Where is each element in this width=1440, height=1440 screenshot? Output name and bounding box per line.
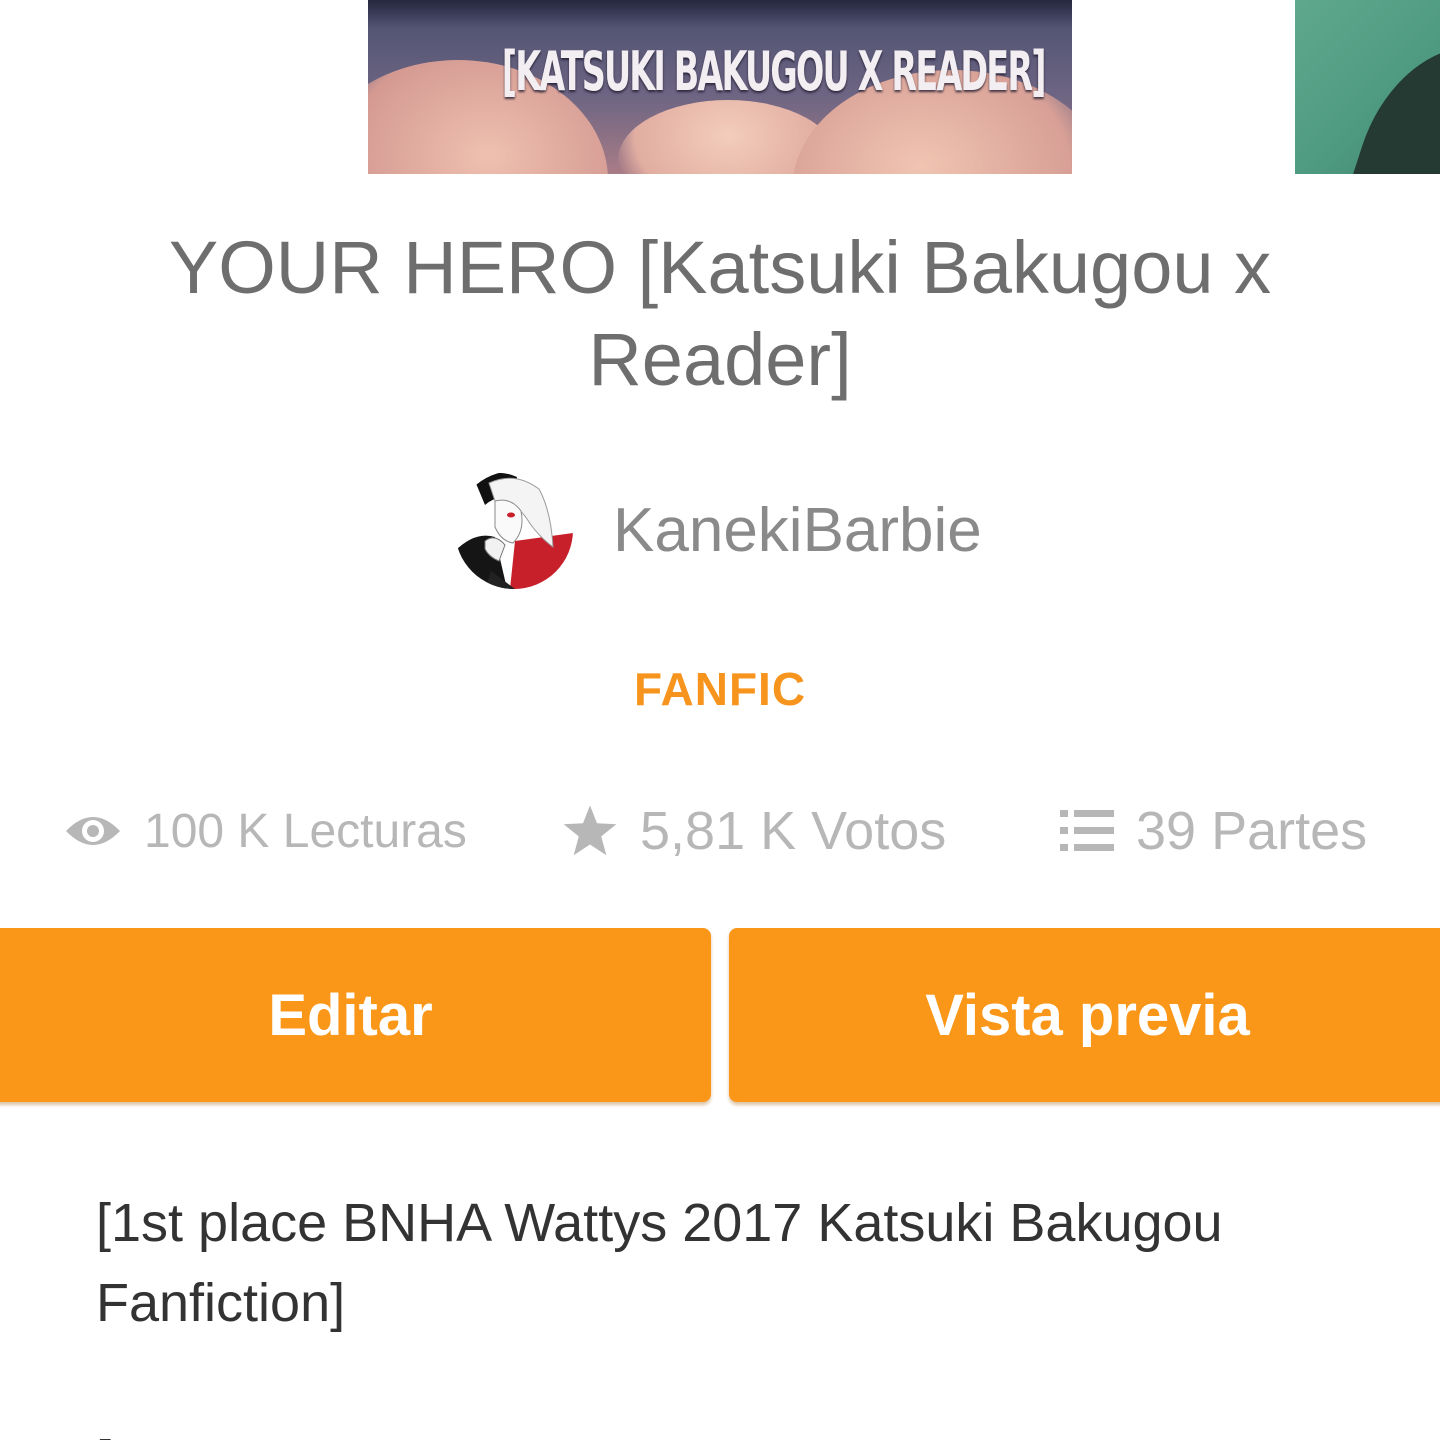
cover-art-figure bbox=[1334, 20, 1440, 174]
stat-parts: 39 Partes bbox=[1060, 795, 1367, 867]
votes-count: 5,81 K Votos bbox=[640, 801, 947, 861]
story-title: YOUR HERO [Katsuki Bakugou x Reader] bbox=[168, 226, 1272, 401]
cover-art-shade bbox=[368, 0, 1072, 28]
edit-button[interactable]: Editar bbox=[0, 928, 711, 1102]
story-details-screen: [KATSUKI BAKUGOU X READER] YOUR HERO [Ka… bbox=[0, 0, 1440, 1440]
parts-count: 39 Partes bbox=[1136, 801, 1368, 861]
story-category[interactable]: FANFIC bbox=[0, 662, 1440, 716]
avatar-image bbox=[455, 471, 573, 589]
reads-count: 100 K Lecturas bbox=[144, 804, 467, 858]
next-story-cover[interactable] bbox=[1295, 0, 1440, 174]
preview-button[interactable]: Vista previa bbox=[729, 928, 1440, 1102]
author-row[interactable]: KanekiBarbie bbox=[455, 470, 982, 590]
story-cover[interactable]: [KATSUKI BAKUGOU X READER] bbox=[368, 0, 1072, 174]
stat-votes: 5,81 K Votos bbox=[562, 795, 946, 867]
author-name[interactable]: KanekiBarbie bbox=[613, 495, 982, 566]
star-icon bbox=[562, 804, 618, 858]
cover-title-text: [KATSUKI BAKUGOU X READER] bbox=[501, 40, 1047, 103]
author-avatar[interactable] bbox=[455, 471, 573, 589]
story-description: [1st place BNHA Wattys 2017 Katsuki Baku… bbox=[96, 1193, 1223, 1333]
story-description-next-line: [ " bbox=[96, 1420, 1366, 1440]
list-icon bbox=[1060, 808, 1114, 854]
eye-icon bbox=[64, 811, 122, 851]
stat-reads: 100 K Lecturas bbox=[64, 795, 467, 867]
